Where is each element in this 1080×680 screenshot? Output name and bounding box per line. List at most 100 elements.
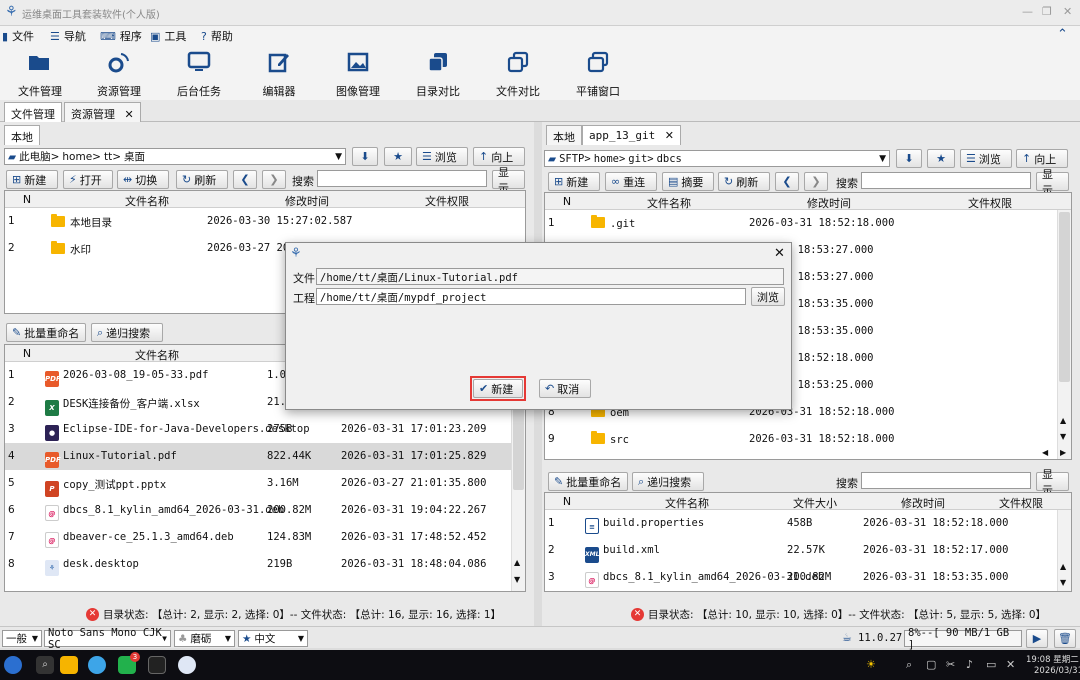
right-refresh-button[interactable]: ↻ 刷新 xyxy=(718,172,770,191)
close-dialog-button[interactable]: ✕ xyxy=(774,246,785,261)
run-button[interactable]: ▶ xyxy=(1026,629,1048,648)
scroll-up-icon[interactable]: ▲ xyxy=(1060,562,1066,571)
toolbar-image-manager[interactable]: 图像管理 xyxy=(323,50,393,99)
scroll-up-icon[interactable]: ▲ xyxy=(1060,416,1066,425)
close-tab-icon[interactable]: ✕ xyxy=(665,129,674,142)
left-open-button[interactable]: ⚡ 打开 xyxy=(63,170,113,189)
dialog-new-button[interactable]: ✔ 新建 xyxy=(473,379,523,398)
table-row[interactable]: 4 PDF Linux-Tutorial.pdf 822.44K 2026-03-31 … xyxy=(5,443,511,470)
right-back-button[interactable]: ❮ xyxy=(775,172,799,191)
right-show-button[interactable]: 显示 xyxy=(1036,168,1069,197)
table-row[interactable]: 2 XML build.xml 22.57K 2026-03-31 18:52:17.0… xyxy=(545,537,1057,564)
toolbar-dir-compare[interactable]: 目录对比 xyxy=(403,50,473,99)
right-favorite-button[interactable]: ★ xyxy=(927,149,955,168)
scroll-down-icon[interactable]: ▼ xyxy=(514,575,520,584)
close-tab-icon[interactable]: ✕ xyxy=(125,108,134,121)
font-select[interactable]: Noto Sans Mono CJK SC ▼ xyxy=(44,627,171,651)
bluetooth-icon[interactable]: ✕ xyxy=(1006,658,1015,671)
table-row[interactable]: 8 ⚘ desk.desktop 219B 2026-03-31 18:48:04.08… xyxy=(5,551,511,578)
scroll-thumb[interactable] xyxy=(513,400,524,490)
left-browse-button[interactable]: ☰ 浏览 xyxy=(416,147,468,166)
dialog-browse-button[interactable]: 浏览 xyxy=(751,287,785,306)
tab-local-right[interactable]: 本地 xyxy=(546,125,582,145)
menu-program[interactable]: ⌨ 程序 xyxy=(100,28,142,44)
right-batch-rename-button[interactable]: ✎ 批量重命名 xyxy=(548,472,628,491)
right-summary-button[interactable]: ▤ 摘要 xyxy=(662,172,714,191)
tab-file-manager[interactable]: 文件管理 xyxy=(4,102,62,122)
browser-icon[interactable] xyxy=(88,656,106,674)
minimize-button[interactable]: — xyxy=(1022,5,1033,18)
right-recursive-search-button[interactable]: ⌕ 递归搜索 xyxy=(632,472,704,491)
right-lower-show-button[interactable]: 显示 xyxy=(1036,468,1069,497)
tab-app-13-git[interactable]: app_13_git ✕ xyxy=(582,125,681,145)
menu-help[interactable]: ? 帮助 xyxy=(201,28,233,44)
menu-tools[interactable]: ▣ 工具 xyxy=(150,28,186,44)
left-refresh-button[interactable]: ↻ 刷新 xyxy=(176,170,228,189)
tab-resource-manager[interactable]: 资源管理 ✕ xyxy=(64,102,141,122)
right-path-bar[interactable]: ▰ SFTP> home> git> dbcs ▼ xyxy=(544,150,890,167)
scroll-right-icon[interactable]: ▶ xyxy=(1060,448,1066,457)
clock-time[interactable]: 19:08 星期二 xyxy=(1026,653,1079,665)
scroll-down-icon[interactable]: ▼ xyxy=(1060,432,1066,441)
toolbar-resource-manager[interactable]: 资源管理 xyxy=(84,50,154,99)
right-new-button[interactable]: ⊞ 新建 xyxy=(548,172,600,191)
search-taskbar-icon[interactable]: ⌕ xyxy=(36,656,54,674)
language-select[interactable]: ★ 中文 ▼ xyxy=(238,630,308,647)
files-app-icon[interactable] xyxy=(60,656,78,674)
trash-button[interactable]: 🗑 xyxy=(1054,629,1076,648)
screenshot-icon[interactable]: ✂ xyxy=(946,658,955,671)
left-favorite-button[interactable]: ★ xyxy=(384,147,412,166)
clock-date[interactable]: 2026/03/31 xyxy=(1034,666,1080,676)
left-download-button[interactable]: ⬇ xyxy=(352,147,378,166)
toolbar-background-tasks[interactable]: 后台任务 xyxy=(164,50,234,99)
left-recursive-search-button[interactable]: ⌕ 递归搜索 xyxy=(91,323,163,342)
right-forward-button[interactable]: ❯ xyxy=(804,172,828,191)
maximize-button[interactable]: ❐ xyxy=(1042,5,1052,18)
dropdown-arrow-icon[interactable]: ▼ xyxy=(335,152,342,162)
toolbar-file-manager[interactable]: 文件管理 xyxy=(5,50,75,99)
toolbar-tile-windows[interactable]: 平铺窗口 xyxy=(563,50,633,99)
dropdown-arrow-icon[interactable]: ▼ xyxy=(879,154,886,164)
close-window-button[interactable]: ✕ xyxy=(1063,5,1072,18)
app-taskbar-icon[interactable] xyxy=(178,656,196,674)
left-show-button[interactable]: 显示 xyxy=(492,166,525,195)
start-menu-icon[interactable] xyxy=(4,656,22,674)
right-browse-button[interactable]: ☰ 浏览 xyxy=(960,149,1012,168)
file-field[interactable]: /home/tt/桌面/Linux-Tutorial.pdf xyxy=(316,268,784,285)
left-back-button[interactable]: ❮ xyxy=(233,170,257,189)
volume-icon[interactable]: ♪ xyxy=(966,658,973,671)
sun-icon[interactable]: ☀ xyxy=(866,658,876,671)
left-search-input[interactable] xyxy=(317,170,487,187)
right-search-input[interactable] xyxy=(861,172,1031,189)
right-lower-scrollbar[interactable]: ▲ ▼ xyxy=(1057,510,1071,591)
scroll-thumb[interactable] xyxy=(1059,212,1070,382)
scroll-up-icon[interactable]: ▲ xyxy=(514,558,520,567)
theme-select[interactable]: ♣ 磨砺 ▼ xyxy=(174,630,235,647)
collapse-icon[interactable]: ⌃ xyxy=(1057,27,1068,42)
search-tray-icon[interactable]: ⌕ xyxy=(906,658,912,672)
left-batch-rename-button[interactable]: ✎ 批量重命名 xyxy=(6,323,86,342)
left-switch-button[interactable]: ⇹ 切换 xyxy=(117,170,169,189)
terminal-icon[interactable] xyxy=(148,656,166,674)
left-path-bar[interactable]: ▰ 此电脑> home> tt> 桌面 ▼ xyxy=(4,148,346,165)
table-row[interactable]: 5 Pcopy_测试ppt.pptx 3.16M 2026-03-27 21:01:3… xyxy=(5,470,511,497)
table-row[interactable]: 1 本地目录 2026-03-30 15:27:02.587 xyxy=(5,208,525,235)
scroll-left-icon[interactable]: ◀ xyxy=(1042,448,1048,457)
menu-nav[interactable]: ☰ 导航 xyxy=(50,28,86,44)
right-upper-scrollbar[interactable]: ▲ ▼ ◀ ▶ xyxy=(1042,210,1071,459)
table-row[interactable]: 7 @ dbeaver-ce_25.1.3_amd64.deb 124.83M 2026… xyxy=(5,524,511,551)
scroll-down-icon[interactable]: ▼ xyxy=(1060,578,1066,587)
right-download-button[interactable]: ⬇ xyxy=(896,149,922,168)
table-row[interactable]: 1 .git 2026-03-31 18:52:18.000 xyxy=(545,210,1057,237)
toolbar-editor[interactable]: 编辑器 xyxy=(244,50,314,99)
left-new-button[interactable]: ⊞ 新建 xyxy=(6,170,58,189)
network-icon[interactable]: ▭ xyxy=(986,658,996,671)
clipboard-icon[interactable]: ▢ xyxy=(926,658,936,671)
table-row[interactable]: 1 ≡ build.properties 458B 2026-03-31 18:52:1… xyxy=(545,510,1057,537)
menu-file[interactable]: ▮ 文件 xyxy=(2,28,34,44)
mode-select[interactable]: 一般 ▼ xyxy=(2,630,42,647)
tab-local-left[interactable]: 本地 xyxy=(4,125,40,145)
toolbar-file-compare[interactable]: 文件对比 xyxy=(483,50,553,99)
table-row[interactable]: 6 @ dbcs_8.1_kylin_amd64_2026-03-31.deb 200… xyxy=(5,497,511,524)
project-field[interactable]: /home/tt/桌面/mypdf_project xyxy=(316,288,746,305)
